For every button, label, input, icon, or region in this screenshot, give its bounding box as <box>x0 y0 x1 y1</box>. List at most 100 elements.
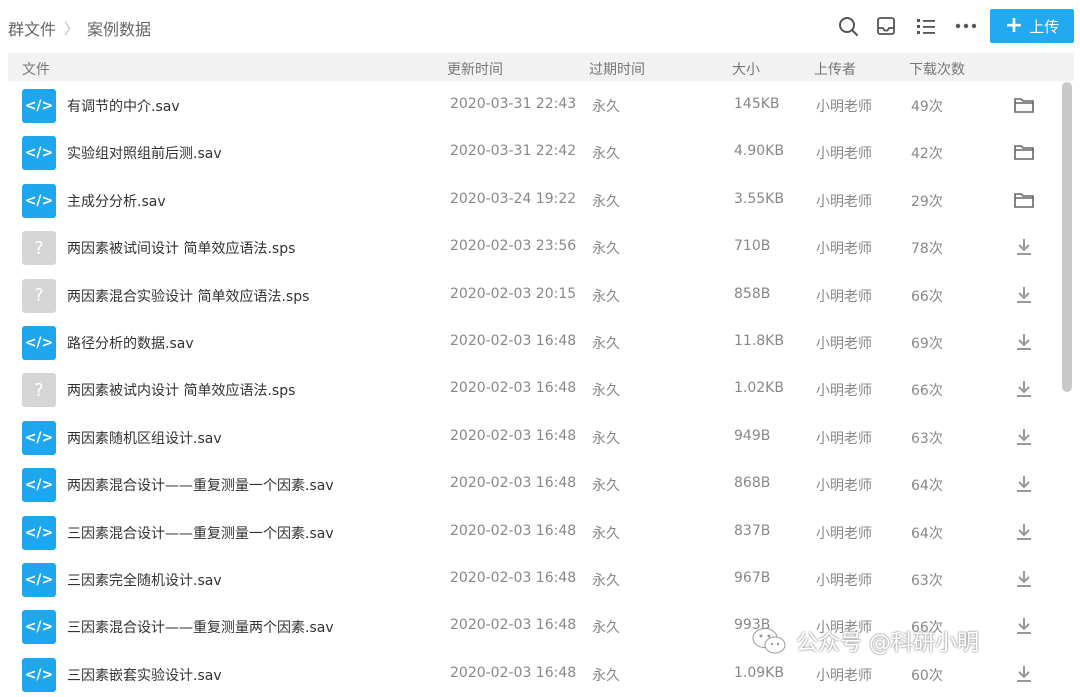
expire-time: 永久 <box>592 99 620 115</box>
file-name[interactable]: 主成分分析.sav <box>67 191 166 211</box>
file-name[interactable]: 三因素混合设计——重复测量两个因素.sav <box>67 617 334 637</box>
updated-time: 2020-03-31 22:42 <box>450 143 577 160</box>
code-file-icon: </> <box>22 136 56 171</box>
file-size: 4.90KB <box>734 143 784 160</box>
table-row[interactable]: </> 两因素混合设计——重复测量一个因素.sav 2020-02-03 16:48… <box>0 460 1060 507</box>
table-row[interactable]: </> 有调节的中介.sav 2020-03-31 22:43 永久 145KB 小明老师… <box>0 81 1060 128</box>
uploader: 小明老师 <box>816 288 872 305</box>
download-count: 78次 <box>911 241 943 258</box>
wechat-icon <box>752 628 786 654</box>
table-row[interactable]: </> 路径分析的数据.sav 2020-02-03 16:48 永久 11.8KB 小明… <box>0 318 1060 365</box>
upload-button[interactable]: + 上传 <box>990 9 1074 43</box>
updated-time: 2020-03-24 19:22 <box>450 190 577 207</box>
unknown-file-icon: ? <box>22 231 56 266</box>
code-file-icon: </> <box>22 183 56 218</box>
file-name[interactable]: 三因素混合设计——重复测量一个因素.sav <box>67 523 334 543</box>
download-button[interactable] <box>1013 473 1035 495</box>
scrollbar[interactable] <box>1062 82 1072 392</box>
file-name[interactable]: 有调节的中介.sav <box>67 96 180 116</box>
table-row[interactable]: </> 实验组对照组前后测.sav 2020-03-31 22:42 永久 4.90KB… <box>0 128 1060 175</box>
updated-time: 2020-02-03 16:48 <box>450 522 577 539</box>
folder-icon <box>1014 98 1034 113</box>
table-row[interactable]: </> 两因素随机区组设计.sav 2020-02-03 16:48 永久 949B 小明… <box>0 413 1060 460</box>
table-row[interactable]: </> 主成分分析.sav 2020-03-24 19:22 永久 3.55KB 小明老师… <box>0 176 1060 223</box>
table-row[interactable]: </> 三因素混合设计——重复测量一个因素.sav 2020-02-03 16:48… <box>0 508 1060 555</box>
uploader: 小明老师 <box>816 478 872 495</box>
breadcrumb-current: 案例数据 <box>87 20 152 39</box>
download-count: 29次 <box>911 193 943 210</box>
download-button[interactable] <box>1013 236 1035 258</box>
uploader: 小明老师 <box>816 525 872 542</box>
expire-time: 永久 <box>592 478 620 495</box>
file-name[interactable]: 两因素随机区组设计.sav <box>67 428 222 448</box>
column-header-updated[interactable]: 更新时间 <box>447 59 503 79</box>
file-name[interactable]: 两因素混合设计——重复测量一个因素.sav <box>67 475 334 495</box>
download-count: 63次 <box>911 572 943 589</box>
uploader: 小明老师 <box>816 430 872 447</box>
download-count: 63次 <box>911 430 943 447</box>
open-folder-button[interactable] <box>1013 189 1035 211</box>
column-header-expire[interactable]: 过期时间 <box>589 59 645 79</box>
download-icon <box>1017 381 1031 398</box>
list-view-button[interactable] <box>914 14 938 38</box>
file-name[interactable]: 两因素混合实验设计 简单效应语法.sps <box>67 286 309 306</box>
inbox-button[interactable] <box>874 14 898 38</box>
file-name[interactable]: 两因素被试间设计 简单效应语法.sps <box>67 238 295 258</box>
updated-time: 2020-03-31 22:43 <box>450 96 577 112</box>
plus-icon: + <box>1004 13 1024 38</box>
download-button[interactable] <box>1013 378 1035 400</box>
breadcrumb-root[interactable]: 群文件 <box>8 16 56 40</box>
file-size: 858B <box>734 285 771 302</box>
column-header-uploader[interactable]: 上传者 <box>814 59 856 79</box>
download-button[interactable] <box>1013 521 1035 543</box>
more-button[interactable] <box>954 14 978 38</box>
updated-time: 2020-02-03 16:48 <box>450 475 577 492</box>
expire-time: 永久 <box>592 667 620 684</box>
expire-time: 永久 <box>592 572 620 589</box>
column-header-size[interactable]: 大小 <box>732 59 760 79</box>
unknown-file-icon: ? <box>22 373 56 408</box>
download-button[interactable] <box>1013 426 1035 448</box>
uploader: 小明老师 <box>816 241 872 258</box>
file-name[interactable]: 实验组对照组前后测.sav <box>67 143 222 163</box>
file-name[interactable]: 三因素完全随机设计.sav <box>67 570 222 590</box>
expire-time: 永久 <box>592 430 620 447</box>
uploader: 小明老师 <box>816 383 872 400</box>
updated-time: 2020-02-03 16:48 <box>450 664 577 681</box>
download-count: 64次 <box>911 525 943 542</box>
breadcrumb-separator: 〉 <box>64 19 80 38</box>
table-row[interactable]: ? 两因素混合实验设计 简单效应语法.sps 2020-02-03 20:15 永久 8… <box>0 271 1060 318</box>
open-folder-button[interactable] <box>1013 94 1035 116</box>
file-name[interactable]: 路径分析的数据.sav <box>67 333 194 353</box>
download-button[interactable] <box>1013 331 1035 353</box>
table-row[interactable]: ? 两因素被试内设计 简单效应语法.sps 2020-02-03 16:48 永久 1.… <box>0 365 1060 412</box>
download-button[interactable] <box>1013 284 1035 306</box>
table-row[interactable]: ? 两因素被试间设计 简单效应语法.sps 2020-02-03 23:56 永久 71… <box>0 223 1060 270</box>
updated-time: 2020-02-03 23:56 <box>450 238 577 255</box>
table-header: 文件 更新时间 过期时间 大小 上传者 下载次数 <box>8 53 1074 81</box>
file-name[interactable]: 三因素嵌套实验设计.sav <box>67 665 222 685</box>
search-button[interactable] <box>836 14 860 38</box>
download-count: 64次 <box>911 478 943 495</box>
uploader: 小明老师 <box>816 193 872 210</box>
download-button[interactable] <box>1013 615 1035 637</box>
download-count: 66次 <box>911 383 943 400</box>
download-button[interactable] <box>1013 663 1035 685</box>
column-header-file[interactable]: 文件 <box>22 59 50 79</box>
download-icon <box>1017 618 1031 635</box>
download-count: 66次 <box>911 288 943 305</box>
download-icon <box>1017 286 1031 303</box>
uploader: 小明老师 <box>816 146 872 163</box>
open-folder-button[interactable] <box>1013 141 1035 163</box>
file-name[interactable]: 两因素被试内设计 简单效应语法.sps <box>67 380 295 400</box>
file-list: </> 有调节的中介.sav 2020-03-31 22:43 永久 145KB 小明老师… <box>0 81 1060 697</box>
table-row[interactable]: </> 三因素完全随机设计.sav 2020-02-03 16:48 永久 967B 小明… <box>0 555 1060 602</box>
expire-time: 永久 <box>592 525 620 542</box>
column-header-downloads[interactable]: 下载次数 <box>909 59 965 79</box>
list-view-icon <box>917 19 935 34</box>
download-button[interactable] <box>1013 568 1035 590</box>
code-file-icon: </> <box>22 89 56 123</box>
download-icon <box>1017 428 1031 445</box>
unknown-file-icon: ? <box>22 278 56 313</box>
code-file-icon: </> <box>22 325 56 360</box>
